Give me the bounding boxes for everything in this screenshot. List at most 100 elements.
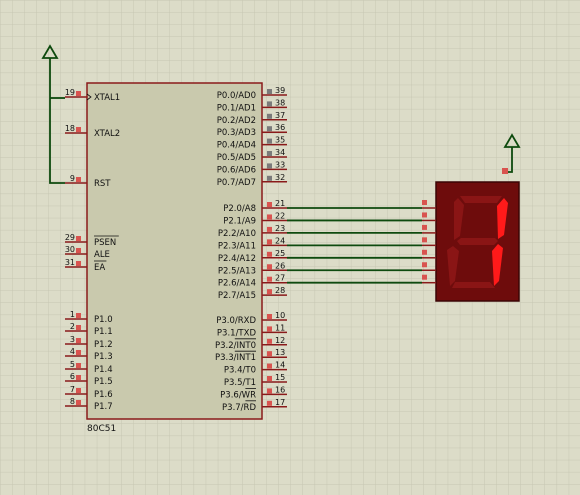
pin-label: P0.3/AD3	[217, 128, 256, 138]
pin-label: P2.4/A12	[218, 254, 256, 264]
pin-number: 8	[70, 397, 75, 406]
pin-number: 15	[275, 373, 285, 382]
pin-number: 32	[275, 173, 285, 182]
pin-label: P3.5/T1	[224, 378, 256, 388]
pin-label: P0.7/AD7	[217, 178, 256, 188]
pin-marker	[267, 376, 272, 381]
pin-marker	[267, 251, 272, 257]
pin-label: P2.6/A14	[218, 279, 256, 289]
pin-label: RST	[94, 179, 111, 189]
pin-number: 33	[275, 160, 285, 169]
pin-label: P0.0/AD0	[217, 91, 256, 101]
pin-label: PSEN	[94, 238, 116, 248]
pin-marker	[267, 126, 272, 132]
pin-number: 6	[70, 372, 75, 381]
pin-number: 16	[275, 385, 285, 394]
pin-label: P1.7	[94, 402, 113, 412]
pin-number: 37	[275, 111, 285, 120]
pin-number: 1	[70, 310, 75, 319]
display-pin-marker	[422, 237, 427, 243]
pin-label: P1.2	[94, 340, 113, 350]
display-pin-marker	[422, 224, 427, 230]
pin-number: 29	[65, 233, 75, 242]
segment-d	[452, 282, 495, 288]
pin-number: 30	[65, 245, 75, 254]
pin-label: P0.4/AD4	[217, 141, 256, 151]
pin-marker	[267, 264, 272, 270]
pin-marker	[267, 388, 272, 394]
pin-marker	[267, 351, 272, 357]
pin-number: 19	[65, 88, 75, 97]
pin-marker	[267, 363, 272, 369]
pin-label: P1.6	[94, 390, 113, 400]
pin-number: 4	[70, 347, 75, 356]
pin-marker	[267, 338, 272, 344]
pin-label: P3.7/RD	[222, 403, 256, 413]
pin-label: EA	[94, 263, 105, 273]
pin-number: 22	[275, 211, 285, 220]
segment-a	[460, 196, 502, 203]
display-pin-marker	[422, 249, 427, 255]
display-common-pin	[502, 168, 508, 174]
pin-marker	[267, 175, 272, 181]
schematic-canvas[interactable]: 80C51 19XTAL118XTAL29RST29PSEN30ALE31EA1…	[0, 0, 580, 495]
pin-marker	[267, 226, 272, 232]
pin-label: P2.7/A15	[218, 291, 256, 301]
pin-marker	[267, 89, 272, 94]
pin-label: ALE	[94, 250, 110, 260]
pin-label: P3.6/WR	[220, 390, 256, 400]
pin-label: P2.3/A11	[218, 241, 256, 251]
pin-marker	[76, 350, 81, 355]
pin-label: P2.5/A13	[218, 266, 256, 276]
pin-marker	[76, 177, 81, 182]
pin-number: 36	[275, 123, 285, 132]
pin-number: 10	[275, 311, 285, 320]
pin-number: 17	[275, 398, 285, 407]
pin-marker	[267, 239, 272, 245]
pin-label: P3.3/INT1	[215, 353, 256, 363]
pin-label: P1.3	[94, 352, 113, 362]
pin-label: P0.2/AD2	[217, 116, 256, 126]
pin-label: P2.1/A9	[223, 216, 256, 226]
pin-label: P3.4/T0	[224, 366, 256, 376]
pin-number: 14	[275, 361, 285, 370]
pin-number: 25	[275, 249, 285, 258]
display-pin-marker	[422, 200, 427, 205]
pin-marker	[267, 400, 272, 406]
pin-number: 7	[70, 385, 75, 394]
pin-marker	[267, 138, 272, 144]
display-pin-marker	[422, 262, 427, 268]
pin-label: P3.2/INT0	[215, 341, 256, 351]
pin-label: XTAL1	[94, 93, 120, 103]
pin-marker	[76, 375, 81, 380]
pin-number: 23	[275, 224, 285, 233]
pin-marker	[76, 400, 81, 405]
pin-marker	[76, 261, 81, 266]
display-pin-marker	[422, 274, 427, 280]
pin-number: 31	[65, 258, 75, 267]
pin-number: 35	[275, 136, 285, 145]
pin-label: P1.1	[94, 327, 113, 337]
pin-number: 38	[275, 98, 285, 107]
pin-marker	[267, 202, 272, 207]
pin-number: 34	[275, 148, 285, 157]
pin-label: P2.2/A10	[218, 229, 256, 239]
pin-marker	[76, 91, 81, 96]
pin-marker	[267, 326, 272, 332]
pin-number: 11	[275, 323, 285, 332]
pin-number: 27	[275, 274, 285, 283]
pin-marker	[76, 363, 81, 368]
pin-marker	[267, 276, 272, 282]
pin-marker	[267, 289, 272, 295]
pin-marker	[76, 338, 81, 343]
pin-number: 24	[275, 236, 285, 245]
microcontroller-80c51[interactable]: 80C51 19XTAL118XTAL29RST29PSEN30ALE31EA1…	[65, 82, 287, 434]
pin-label: P0.1/AD1	[217, 103, 256, 113]
pin-marker	[267, 151, 272, 156]
pin-label: P1.4	[94, 365, 113, 375]
pin-number: 21	[275, 199, 285, 208]
pin-marker	[267, 113, 272, 119]
pin-marker	[267, 163, 272, 169]
pin-label: P0.5/AD5	[217, 153, 256, 163]
pin-number: 3	[70, 335, 75, 344]
